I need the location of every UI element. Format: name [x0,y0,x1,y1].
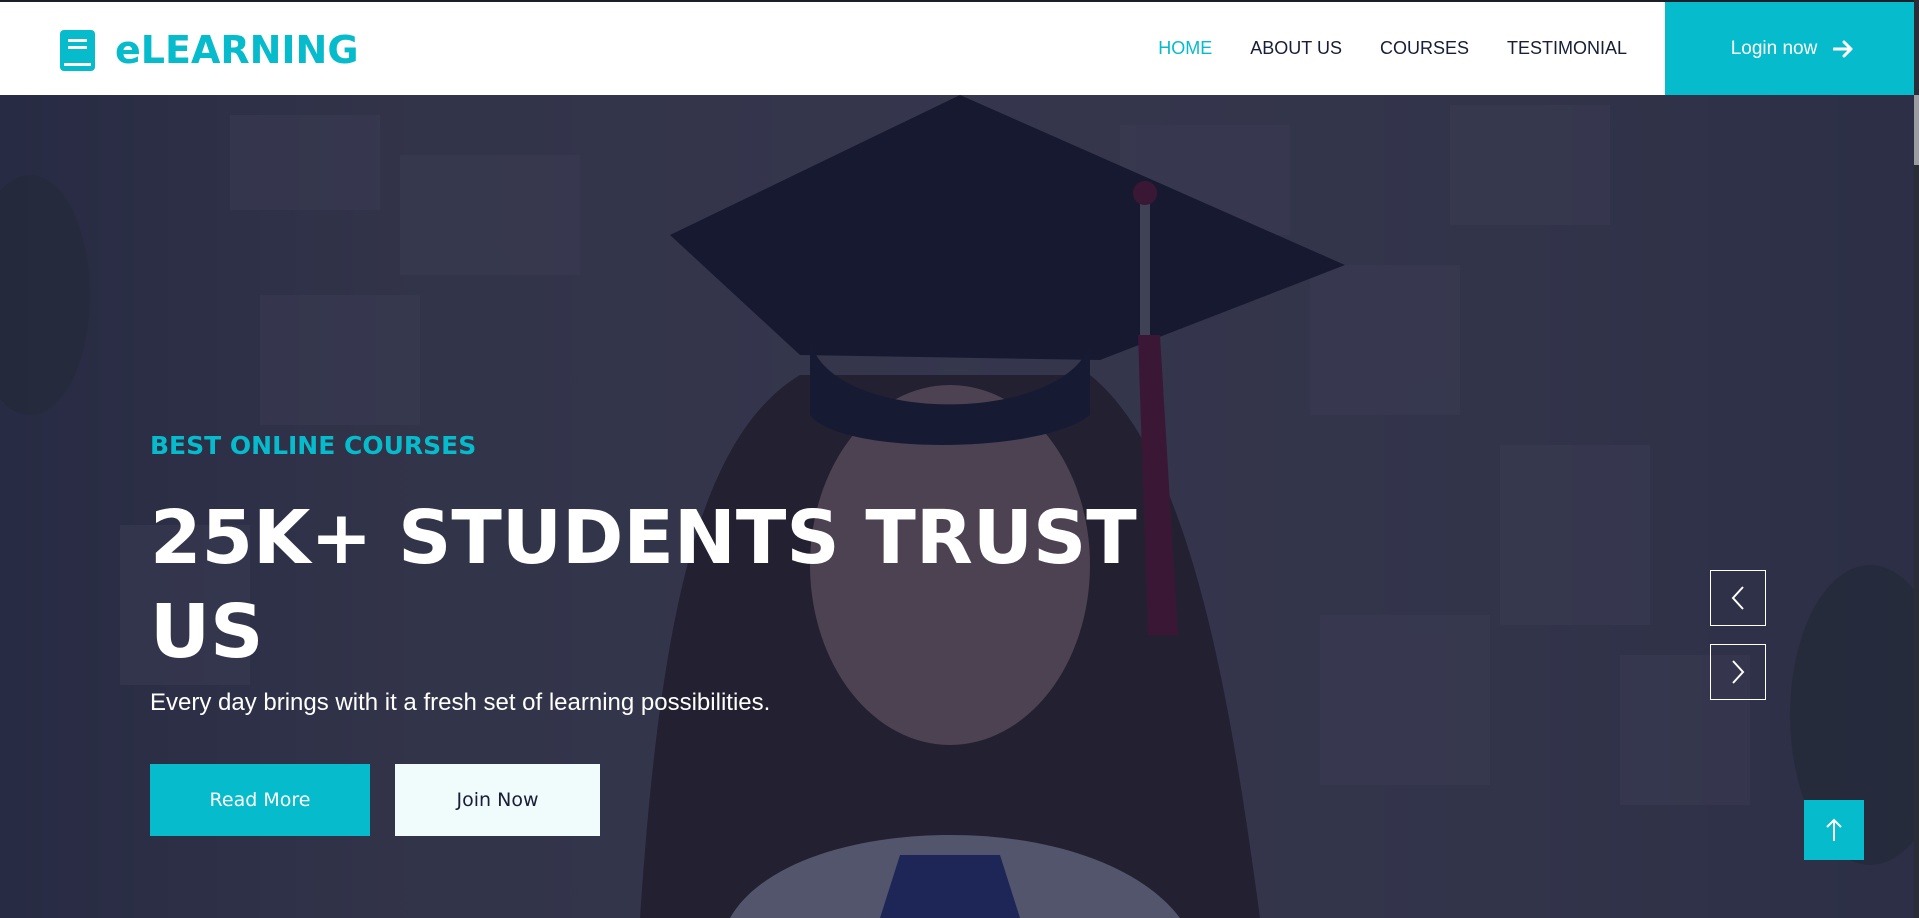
carousel-prev-button[interactable] [1710,570,1766,626]
nav-home[interactable]: HOME [1158,38,1212,59]
arrow-up-icon [1826,818,1842,841]
hero-eyebrow: BEST ONLINE COURSES [150,431,477,460]
carousel-next-button[interactable] [1710,644,1766,700]
chevron-left-icon [1731,586,1744,610]
arrow-right-icon [1833,40,1853,57]
main-nav: HOME ABOUT US COURSES TESTIMONIAL [1120,2,1627,95]
nav-about-us[interactable]: ABOUT US [1250,38,1342,59]
back-to-top-button[interactable] [1804,800,1864,860]
login-button-label: Login now [1730,37,1818,59]
hero-carousel: BEST ONLINE COURSES 25K+ STUDENTS TRUST … [0,95,1919,918]
brand-name: eLEARNING [115,28,359,72]
login-button[interactable]: Login now [1665,2,1919,95]
book-icon [60,29,95,71]
nav-testimonial[interactable]: TESTIMONIAL [1507,38,1627,59]
page-scrollbar[interactable] [1914,0,1919,918]
read-more-button[interactable]: Read More [150,764,370,836]
chevron-right-icon [1732,660,1745,684]
hero-title: 25K+ STUDENTS TRUST US [150,495,1137,675]
nav-courses[interactable]: COURSES [1380,38,1469,59]
scrollbar-thumb[interactable] [1914,95,1919,165]
navbar: eLEARNING HOME ABOUT US COURSES TESTIMON… [0,2,1919,95]
brand-logo[interactable]: eLEARNING [60,28,359,72]
hero-subtitle: Every day brings with it a fresh set of … [150,689,771,716]
join-now-button[interactable]: Join Now [395,764,600,836]
